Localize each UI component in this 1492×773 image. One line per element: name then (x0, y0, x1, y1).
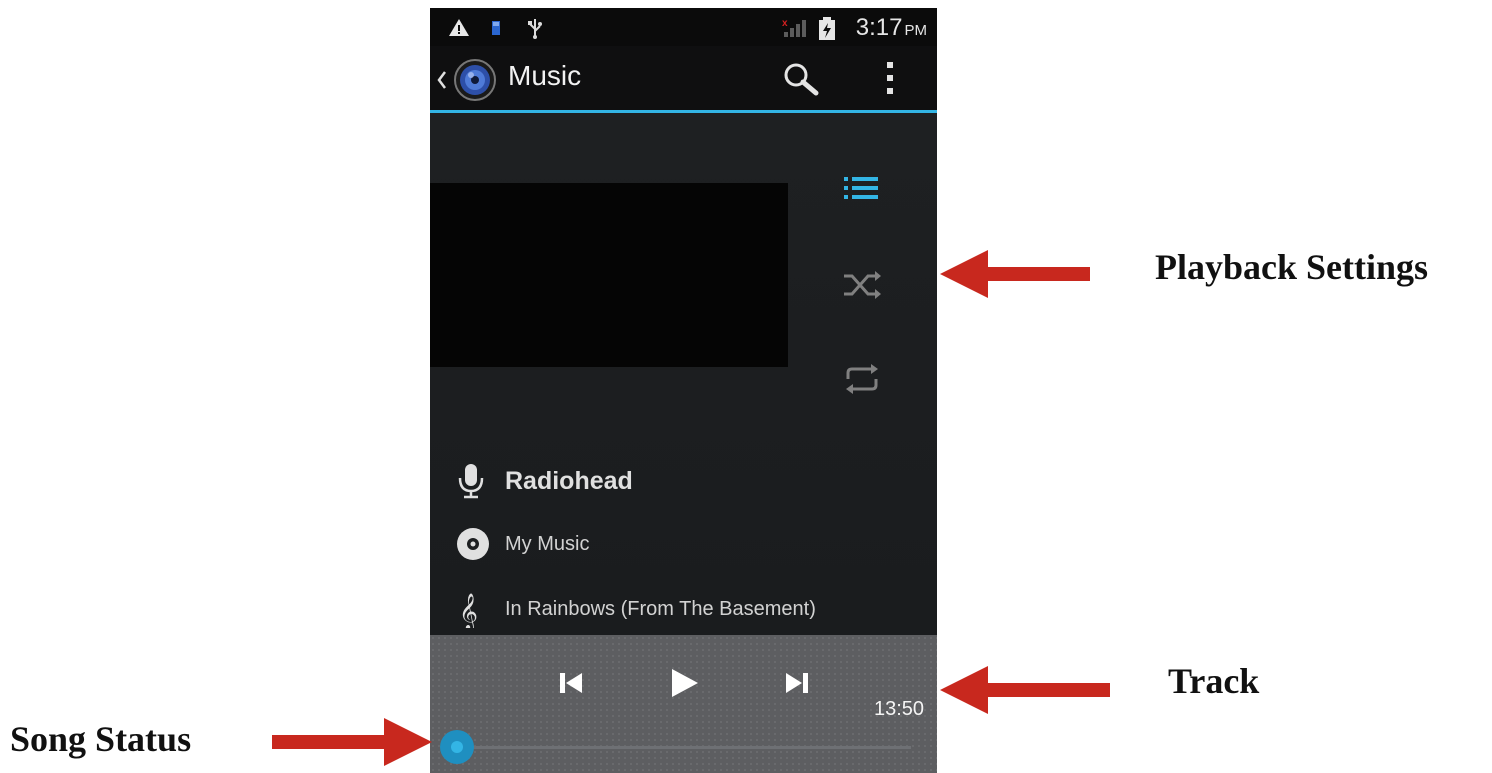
sd-card-icon (492, 21, 500, 35)
track-arrow (940, 666, 1110, 714)
seek-bar-thumb[interactable] (440, 730, 474, 764)
action-bar: Music (430, 46, 937, 113)
track-duration: 13:50 (874, 698, 925, 720)
app-title: Music (508, 60, 582, 91)
back-caret-icon[interactable] (436, 70, 448, 90)
playback-settings-label: Playback Settings (1155, 247, 1429, 287)
microphone-icon (458, 464, 484, 499)
battery-icon (819, 17, 835, 40)
shuffle-icon[interactable] (842, 270, 882, 300)
song-row: 𝄞 In Rainbows (From The Basement) (430, 578, 937, 642)
album-art (430, 183, 788, 367)
no-signal-icon: x (782, 18, 806, 37)
overflow-menu-icon[interactable] (882, 60, 898, 96)
clock: 3:17 PM (856, 14, 927, 42)
song-status-arrow (272, 718, 432, 766)
playback-controls: 13:50 (430, 635, 937, 773)
artist-row: Radiohead (430, 449, 937, 513)
album-row: My Music (430, 513, 937, 577)
playlist-icon[interactable] (842, 175, 882, 205)
now-playing-area: Radiohead My Music 𝄞 In Rainbows (From T… (430, 113, 937, 635)
previous-track-icon[interactable] (558, 671, 584, 695)
usb-icon (528, 19, 542, 39)
track-label: Track (1168, 661, 1260, 701)
seek-bar-track[interactable] (458, 746, 911, 749)
album-name: My Music (505, 533, 590, 555)
song-status-label: Song Status (10, 719, 192, 759)
clock-ampm: PM (904, 22, 928, 39)
playback-settings-arrow (940, 250, 1090, 298)
repeat-icon[interactable] (842, 363, 882, 395)
clock-time: 3:17 (855, 14, 903, 41)
svg-text:x: x (782, 18, 788, 29)
album-disc-icon (457, 528, 489, 560)
status-bar: x 3:17 PM (430, 8, 937, 46)
next-track-icon[interactable] (784, 671, 810, 695)
phone-screen: x 3:17 PM Music Radiohead My Music 𝄞 In … (430, 8, 937, 773)
search-icon[interactable] (782, 61, 822, 97)
music-app-logo[interactable] (454, 59, 496, 101)
artist-name: Radiohead (505, 467, 633, 495)
play-icon[interactable] (670, 667, 700, 699)
song-title: In Rainbows (From The Basement) (505, 598, 816, 620)
treble-clef-icon: 𝄞 (459, 592, 478, 628)
svg-text:𝄞: 𝄞 (459, 592, 478, 628)
warning-icon (449, 19, 469, 36)
